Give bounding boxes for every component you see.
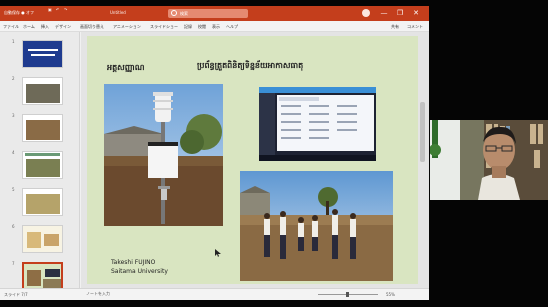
tab-view[interactable]: 表示 — [212, 24, 220, 29]
tab-slideshow[interactable]: スライドショー — [150, 24, 178, 29]
search-box[interactable]: 検索 — [168, 9, 248, 18]
current-slide[interactable]: អត្តសញ្ញាណ ប្រព័ន្ធត្រួតពិនិត្យទិន្នន័យអ… — [87, 36, 425, 284]
group-photo[interactable] — [240, 171, 393, 281]
thumb-title-bar — [25, 153, 60, 156]
undo-icon[interactable]: ↶ — [56, 8, 59, 12]
thumb-number: 6 — [12, 224, 15, 229]
slide-thumbnail[interactable] — [22, 188, 63, 216]
thumb-image — [44, 234, 59, 246]
tab-animations[interactable]: アニメーション — [113, 24, 141, 29]
slide-thumbnail[interactable] — [22, 40, 63, 68]
tab-transitions[interactable]: 画面切り替え — [80, 24, 104, 29]
ribbon-tabs: ファイル ホーム 挿入 デザイン 画面切り替え アニメーション スライドショー … — [0, 21, 429, 32]
slide-subtitle: ប្រព័ន្ធត្រួតពិនិត្យទិន្នន័យអាកាសធាតុ — [197, 61, 304, 70]
dashboard-screenshot-photo[interactable] — [259, 87, 376, 161]
vertical-scrollbar[interactable] — [418, 32, 427, 288]
tab-file[interactable]: ファイル — [3, 24, 19, 29]
slide-thumbnail[interactable] — [22, 114, 63, 142]
tab-help[interactable]: ヘルプ — [226, 24, 238, 29]
notes-field[interactable]: ノートを入力 — [86, 291, 110, 296]
tab-record[interactable]: 記録 — [184, 24, 192, 29]
user-avatar[interactable] — [362, 9, 370, 17]
save-icon[interactable]: ▣ — [48, 8, 52, 12]
status-bar: スライド 7/7 ノートを入力 55% — [0, 288, 429, 300]
thumb-text-line — [31, 54, 55, 56]
presenter-affiliation: Saitama University — [111, 268, 168, 275]
thumb-image — [27, 270, 41, 286]
slide-thumbnail[interactable] — [22, 151, 63, 179]
thumb-number: 2 — [12, 76, 15, 81]
tab-insert[interactable]: 挿入 — [41, 24, 49, 29]
slide-thumbnail-selected[interactable] — [22, 262, 63, 290]
minimize-button[interactable]: — — [378, 8, 390, 18]
comment-button[interactable]: コメント — [407, 24, 423, 30]
thumb-text-line — [28, 49, 58, 51]
thumb-number: 4 — [12, 150, 15, 155]
mouse-cursor-icon — [215, 249, 221, 257]
slide-editing-area: អត្តសញ្ញាណ ប្រព័ន្ធត្រួតពិនិត្យទិន្នន័យអ… — [81, 32, 429, 288]
redo-icon[interactable]: ↷ — [64, 8, 67, 12]
slide-thumbnail-panel: 1 2 3 4 5 6 7 — [0, 32, 80, 290]
tab-design[interactable]: デザイン — [55, 24, 71, 29]
autosave-label[interactable]: 自動保存 ● オフ — [4, 10, 34, 15]
slide-thumbnail[interactable] — [22, 77, 63, 105]
share-button[interactable]: 共有 — [391, 24, 399, 30]
zoom-slider-knob[interactable] — [346, 292, 349, 297]
slide-heading: អត្តសញ្ញាណ — [107, 63, 145, 72]
presenter-name: Takeshi FUJINO — [111, 259, 156, 266]
thumb-number: 7 — [12, 261, 15, 266]
webcam-video-feed — [430, 120, 548, 200]
slide-thumbnail[interactable] — [22, 225, 63, 253]
thumb-image — [27, 232, 41, 248]
thumb-number: 1 — [12, 39, 15, 44]
slide-counter: スライド 7/7 — [4, 292, 28, 297]
search-icon — [171, 10, 177, 16]
title-bar: 自動保存 ● オフ ▣ ↶ ↷ Untitled 検索 — ❐ ✕ — [0, 6, 429, 21]
screen: 自動保存 ● オフ ▣ ↶ ↷ Untitled 検索 — ❐ ✕ ファイル ホ… — [0, 0, 548, 307]
thumb-number: 3 — [12, 113, 15, 118]
tab-home[interactable]: ホーム — [23, 24, 35, 29]
document-title: Untitled — [110, 10, 126, 15]
thumb-number: 5 — [12, 187, 15, 192]
zoom-level[interactable]: 55% — [386, 292, 395, 297]
thumb-image — [26, 84, 60, 103]
weather-station-photo[interactable] — [104, 84, 223, 226]
thumb-image — [26, 120, 60, 140]
scrollbar-thumb[interactable] — [420, 102, 425, 162]
tab-review[interactable]: 校閲 — [198, 24, 206, 29]
thumb-image — [26, 159, 60, 177]
thumb-image — [45, 269, 60, 277]
close-button[interactable]: ✕ — [410, 8, 422, 18]
powerpoint-window: 自動保存 ● オフ ▣ ↶ ↷ Untitled 検索 — ❐ ✕ ファイル ホ… — [0, 6, 429, 300]
thumb-image — [26, 194, 60, 214]
maximize-button[interactable]: ❐ — [394, 8, 406, 18]
search-placeholder: 検索 — [180, 11, 188, 16]
